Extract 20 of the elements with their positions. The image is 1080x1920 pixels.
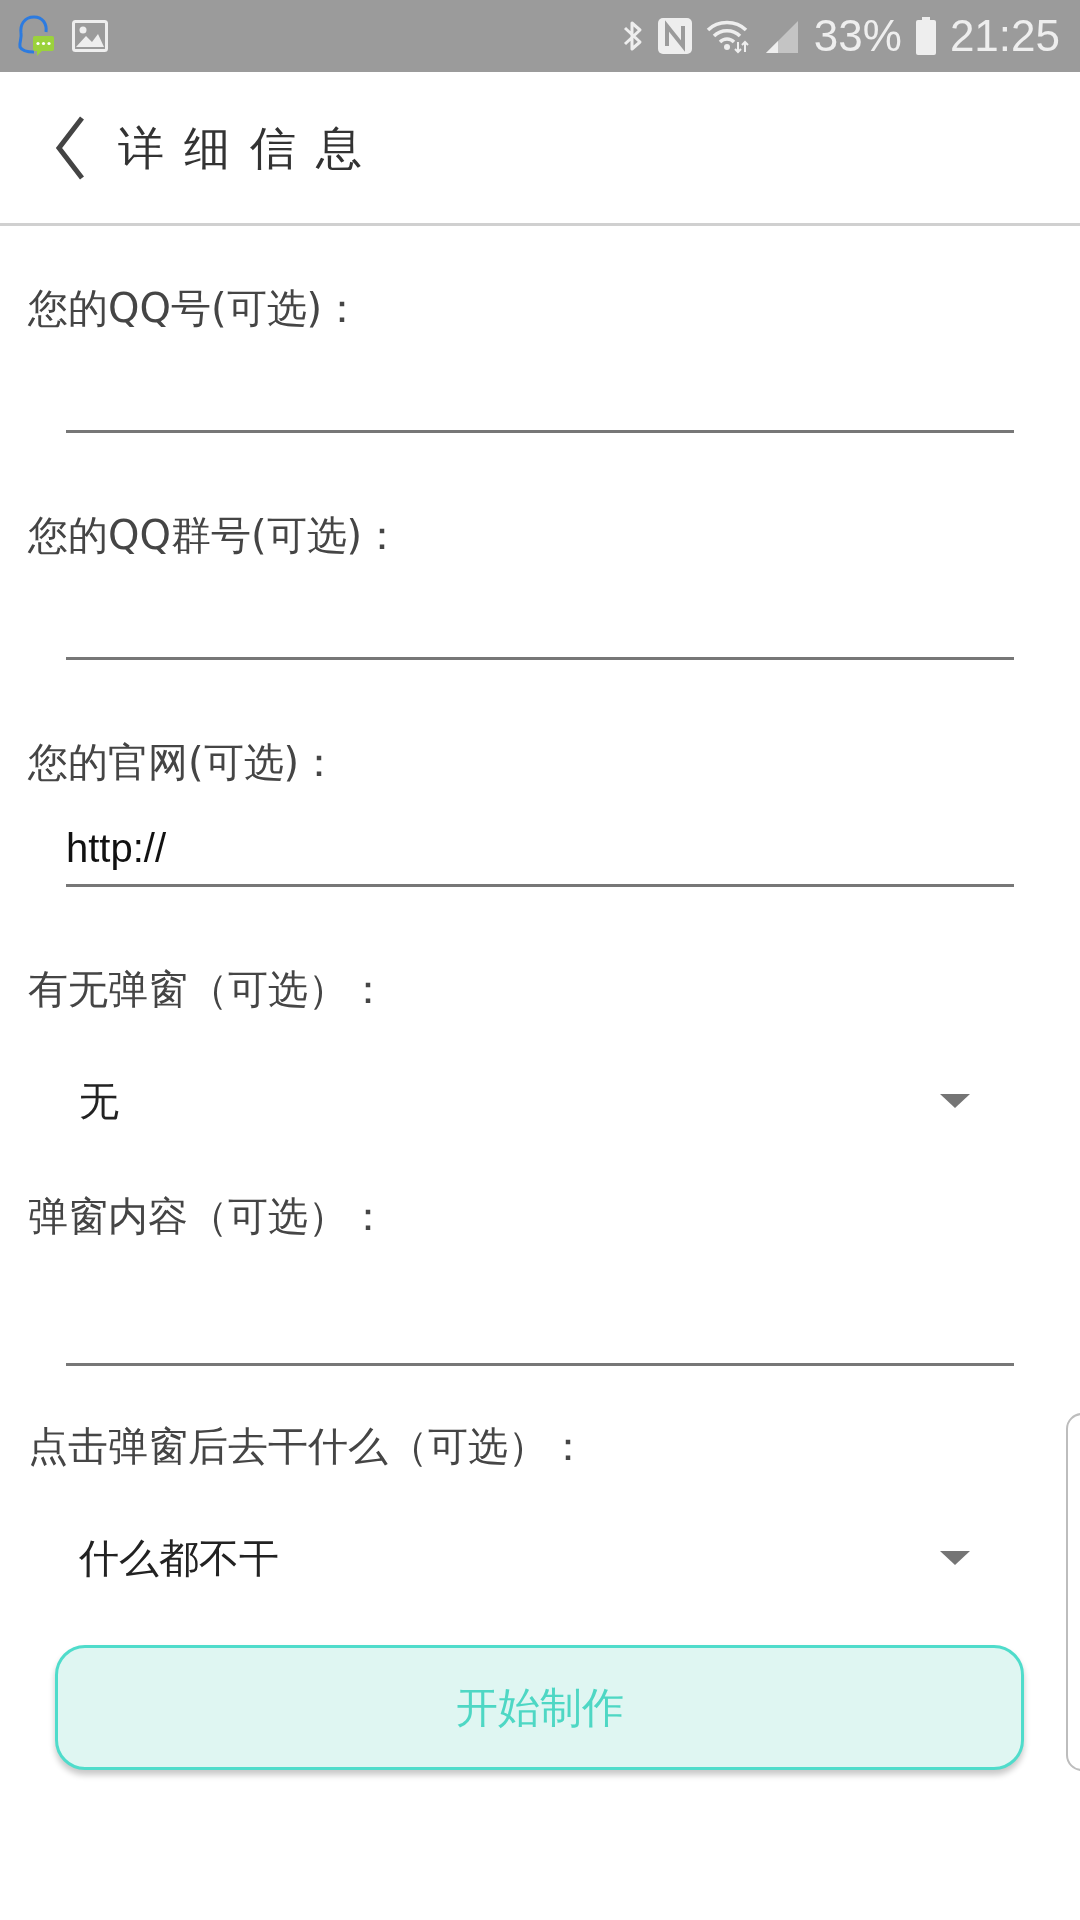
wifi-icon [705,18,750,54]
back-icon [55,115,85,180]
caret-down-icon [940,1094,970,1108]
field-label: 您的官网(可选)： [27,738,340,787]
field-label: 您的QQ群号(可选)： [27,511,403,560]
dropdown-select[interactable]: 无 [66,1031,970,1171]
page-title: 详细信息 [118,119,382,177]
image-icon [72,20,108,52]
contact-chat-icon [16,14,56,58]
nfc-icon [657,18,692,54]
field-label: 弹窗内容（可选）： [27,1192,388,1241]
dropdown-select[interactable]: 什么都不干 [66,1488,970,1628]
caret-down-icon [940,1551,970,1565]
battery-percent: 33% [813,11,902,61]
clock-time: 21:25 [949,11,1060,61]
battery-icon [915,17,936,55]
input-field[interactable]: http:// [66,805,1014,887]
field-label: 有无弹窗（可选）： [27,965,388,1014]
field-label: 您的QQ号(可选)： [27,284,363,333]
field-label: 点击弹窗后去干什么（可选）： [27,1422,588,1471]
